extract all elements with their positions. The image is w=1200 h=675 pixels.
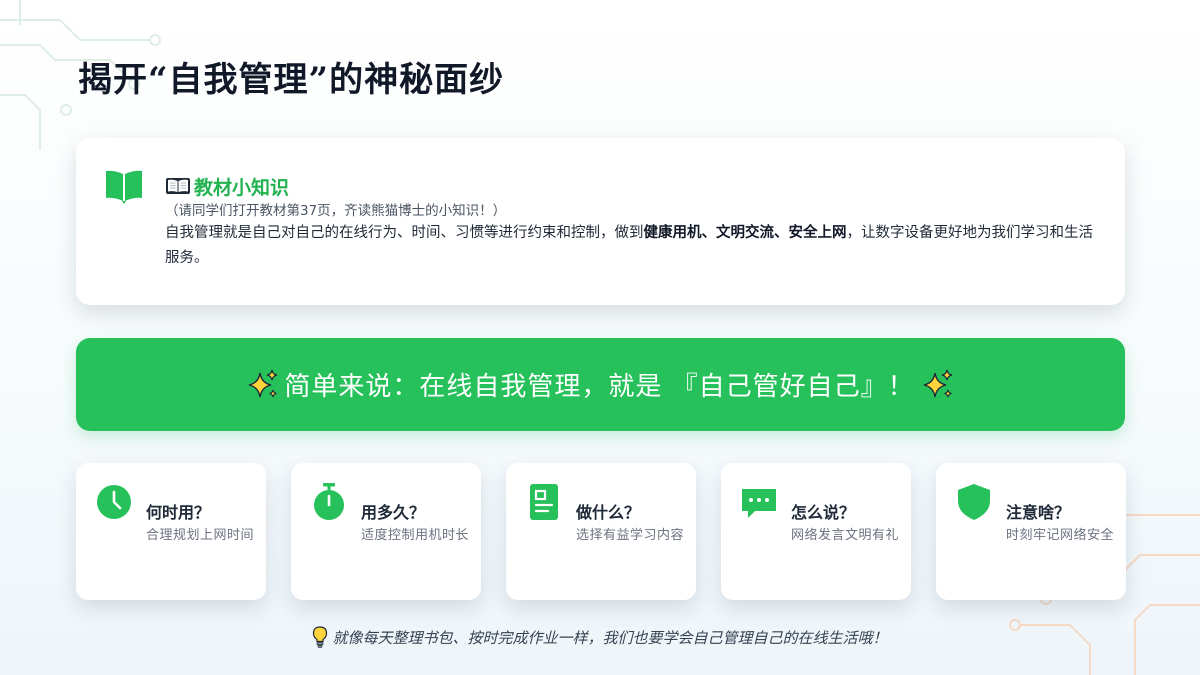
tip-desc: 网络发言文明有礼 [791, 528, 900, 543]
tips-row: 何时用？ 合理规划上网时间 用多久？ 适度控制用机时长 做什么？ 选择有益学习内… [76, 463, 1126, 600]
tip-desc: 适度控制用机时长 [361, 528, 470, 543]
knowledge-title-text: 教材小知识 [194, 176, 290, 199]
knowledge-text-bold: 健康用机、文明交流、安全上网 [643, 225, 847, 241]
open-book-emoji-icon [166, 178, 190, 194]
summary-banner: 简单来说：在线自我管理，就是 『自己管好自己』！ [76, 338, 1125, 431]
footer-note: 就像每天整理书包、按时完成作业一样，我们也要学会自己管理自己的在线生活哦！ [0, 626, 1200, 648]
knowledge-body: 教材小知识 （请同学们打开教材第37页，齐读熊猫博士的小知识！） 自我管理就是自… [165, 172, 1095, 271]
tip-title: 用多久？ [361, 503, 426, 522]
knowledge-text: 自我管理就是自己对自己的在线行为、时间、习惯等进行约束和控制，做到健康用机、文明… [165, 221, 1095, 271]
document-icon [530, 484, 558, 520]
tip-card-what: 做什么？ 选择有益学习内容 [506, 463, 696, 600]
sparkles-icon [923, 369, 952, 397]
lightbulb-icon [313, 626, 328, 648]
tip-title: 注意啥？ [1006, 503, 1071, 522]
tip-title: 何时用？ [146, 503, 211, 522]
clock-icon [97, 485, 131, 519]
tip-card-how-to-speak: 怎么说？ 网络发言文明有礼 [721, 463, 911, 600]
knowledge-card: 教材小知识 （请同学们打开教材第37页，齐读熊猫博士的小知识！） 自我管理就是自… [76, 138, 1125, 305]
shield-icon [958, 484, 990, 520]
page-title: 揭开“自我管理”的神秘面纱 [78, 60, 505, 100]
tip-desc: 合理规划上网时间 [146, 528, 255, 543]
knowledge-note: （请同学们打开教材第37页，齐读熊猫博士的小知识！） [165, 203, 507, 219]
tip-desc: 选择有益学习内容 [576, 528, 685, 543]
sparkles-icon [249, 369, 278, 397]
tip-card-how-long: 用多久？ 适度控制用机时长 [291, 463, 481, 600]
knowledge-title: 教材小知识 [165, 172, 1095, 200]
book-icon [106, 170, 142, 204]
knowledge-text-part1: 自我管理就是自己对自己的在线行为、时间、习惯等进行约束和控制，做到 [165, 225, 644, 241]
stopwatch-icon [314, 483, 344, 520]
tip-title: 怎么说？ [791, 503, 856, 522]
tip-card-attention: 注意啥？ 时刻牢记网络安全 [936, 463, 1126, 600]
tip-card-when: 何时用？ 合理规划上网时间 [76, 463, 266, 600]
chat-icon [742, 489, 776, 518]
tip-desc: 时刻牢记网络安全 [1006, 528, 1115, 543]
footer-text: 就像每天整理书包、按时完成作业一样，我们也要学会自己管理自己的在线生活哦！ [332, 628, 888, 647]
tip-title: 做什么？ [576, 503, 641, 522]
banner-text: 简单来说：在线自我管理，就是 『自己管好自己』！ [284, 372, 915, 402]
